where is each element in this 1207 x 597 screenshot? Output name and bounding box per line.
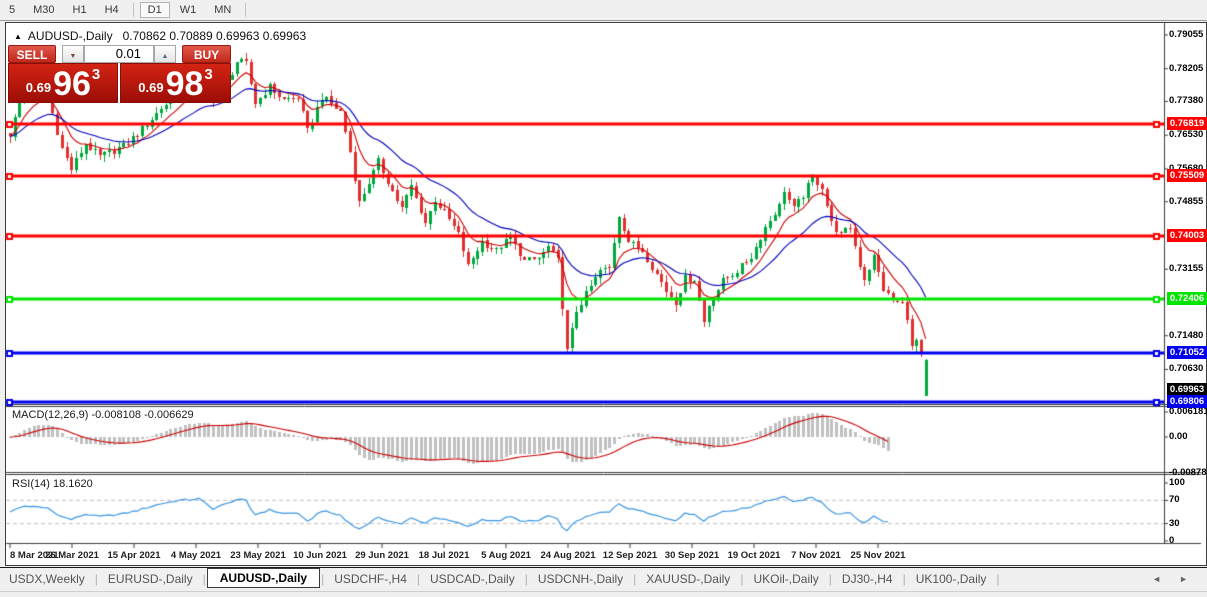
rsi-axis-tick: 100 [1169,477,1185,488]
sell-button[interactable]: SELL [8,45,56,63]
buy-price-display[interactable]: 0.69 98 3 [120,63,231,103]
chart-tab-usdchf-h4[interactable]: USDCHF-,H4 [325,570,416,588]
price-axis-tick: 0.78205 [1169,63,1203,74]
hline-price-tag: 0.69806 [1167,395,1207,408]
macd-axis-tick: -0.00878 [1169,467,1207,478]
date-axis-label: 5 Aug 2021 [481,550,531,561]
hline-price-tag: 0.71052 [1167,346,1207,359]
hline-price-tag: 0.75509 [1167,169,1207,182]
sell-price-display[interactable]: 0.69 96 3 [8,63,118,103]
price-axis-tick: 0.76530 [1169,129,1203,140]
date-axis-label: 18 Jul 2021 [419,550,470,561]
price-axis-tick: 0.77380 [1169,95,1203,106]
rsi-indicator-label: RSI(14) 18.1620 [12,478,93,490]
chart-title-bar: ▲ AUDUSD-,Daily 0.70862 0.70889 0.69963 0.… [14,29,306,43]
volume-decrease-button[interactable]: ▼ [62,45,84,63]
price-axis-tick: 0.71480 [1169,330,1203,341]
rsi-axis-tick: 30 [1169,518,1180,529]
buy-button[interactable]: BUY [182,45,231,63]
date-axis-label: 29 Jun 2021 [355,550,409,561]
price-axis-tick: 0.70630 [1169,363,1203,374]
date-axis-label: 10 Jun 2021 [293,550,347,561]
macd-axis-tick: 0.00 [1169,431,1188,442]
chart-tab-bar: USDX,Weekly|EURUSD-,Daily|AUDUSD-,Daily|… [0,567,1207,590]
date-axis-label: 7 Nov 2021 [791,550,841,561]
macd-indicator-label: MACD(12,26,9) -0.008108 -0.006629 [12,409,194,421]
tab-scroll-left-icon[interactable]: ◄ [1143,574,1170,584]
date-axis-label: 19 Oct 2021 [728,550,781,561]
date-axis-label: 12 Sep 2021 [603,550,657,561]
one-click-trading-panel: SELL ▼ 0.01 ▲ BUY 0.69 96 3 0.69 98 3 [8,45,231,103]
chart-tab-dj30-h4[interactable]: DJ30-,H4 [833,570,902,588]
date-axis-label: 4 May 2021 [171,550,221,561]
date-axis-label: 25 Nov 2021 [851,550,906,561]
chart-ohlc-values: 0.70862 0.70889 0.69963 0.69963 [123,29,307,43]
rsi-axis-tick: 0 [1169,535,1174,546]
mt4-terminal: 5M30H1H4D1W1MN ▲AUDUSD-,Daily0.70862 0.7… [0,0,1207,597]
chart-tab-ukoil-daily[interactable]: UKOil-,Daily [744,570,827,588]
price-axis-tick: 0.74855 [1169,196,1203,207]
date-axis-label: 15 Apr 2021 [108,550,161,561]
chart-tab-xauusd-daily[interactable]: XAUUSD-,Daily [637,570,739,588]
triangle-down-icon: ▼ [70,53,77,60]
date-axis-label: 24 Aug 2021 [540,550,595,561]
hline-price-tag: 0.72406 [1167,292,1207,305]
sell-price-big: 96 [53,68,91,100]
volume-increase-button[interactable]: ▲ [154,45,176,63]
collapse-trade-panel-icon[interactable]: ▲ [14,32,22,41]
price-axis-tick: 0.73155 [1169,263,1203,274]
chart-tab-eurusd-daily[interactable]: EURUSD-,Daily [99,570,202,588]
chart-tab-uk100-daily[interactable]: UK100-,Daily [907,570,996,588]
date-axis-label: 30 Sep 2021 [665,550,719,561]
volume-input[interactable]: 0.01 [84,45,154,63]
tab-scroll-arrows: ◄► [1143,574,1207,584]
chart-tab-usdcnh-daily[interactable]: USDCNH-,Daily [529,570,632,588]
buy-price-small: 0.69 [138,80,163,95]
hline-price-tag: 0.74003 [1167,229,1207,242]
buy-price-big: 98 [166,68,204,100]
chart-tab-usdcad-daily[interactable]: USDCAD-,Daily [421,570,524,588]
chart-symbol-label: AUDUSD-,Daily [28,29,113,43]
tab-scroll-right-icon[interactable]: ► [1170,574,1197,584]
chart-tab-usdx-weekly[interactable]: USDX,Weekly [0,570,94,588]
date-axis-label: 26 Mar 2021 [45,550,99,561]
triangle-up-icon: ▲ [162,53,169,60]
date-axis-label: 23 May 2021 [230,550,285,561]
tab-separator: | [995,572,1000,586]
hline-price-tag: 0.76819 [1167,117,1207,130]
price-axis-tick: 0.79055 [1169,29,1203,40]
chart-tab-audusd-daily[interactable]: AUDUSD-,Daily [207,568,320,588]
sell-price-small: 0.69 [26,80,51,95]
sell-price-sup: 3 [92,66,100,83]
current-price-tag: 0.69963 [1167,383,1207,396]
rsi-axis-tick: 70 [1169,494,1180,505]
status-bar [0,591,1207,597]
buy-price-sup: 3 [204,66,212,83]
